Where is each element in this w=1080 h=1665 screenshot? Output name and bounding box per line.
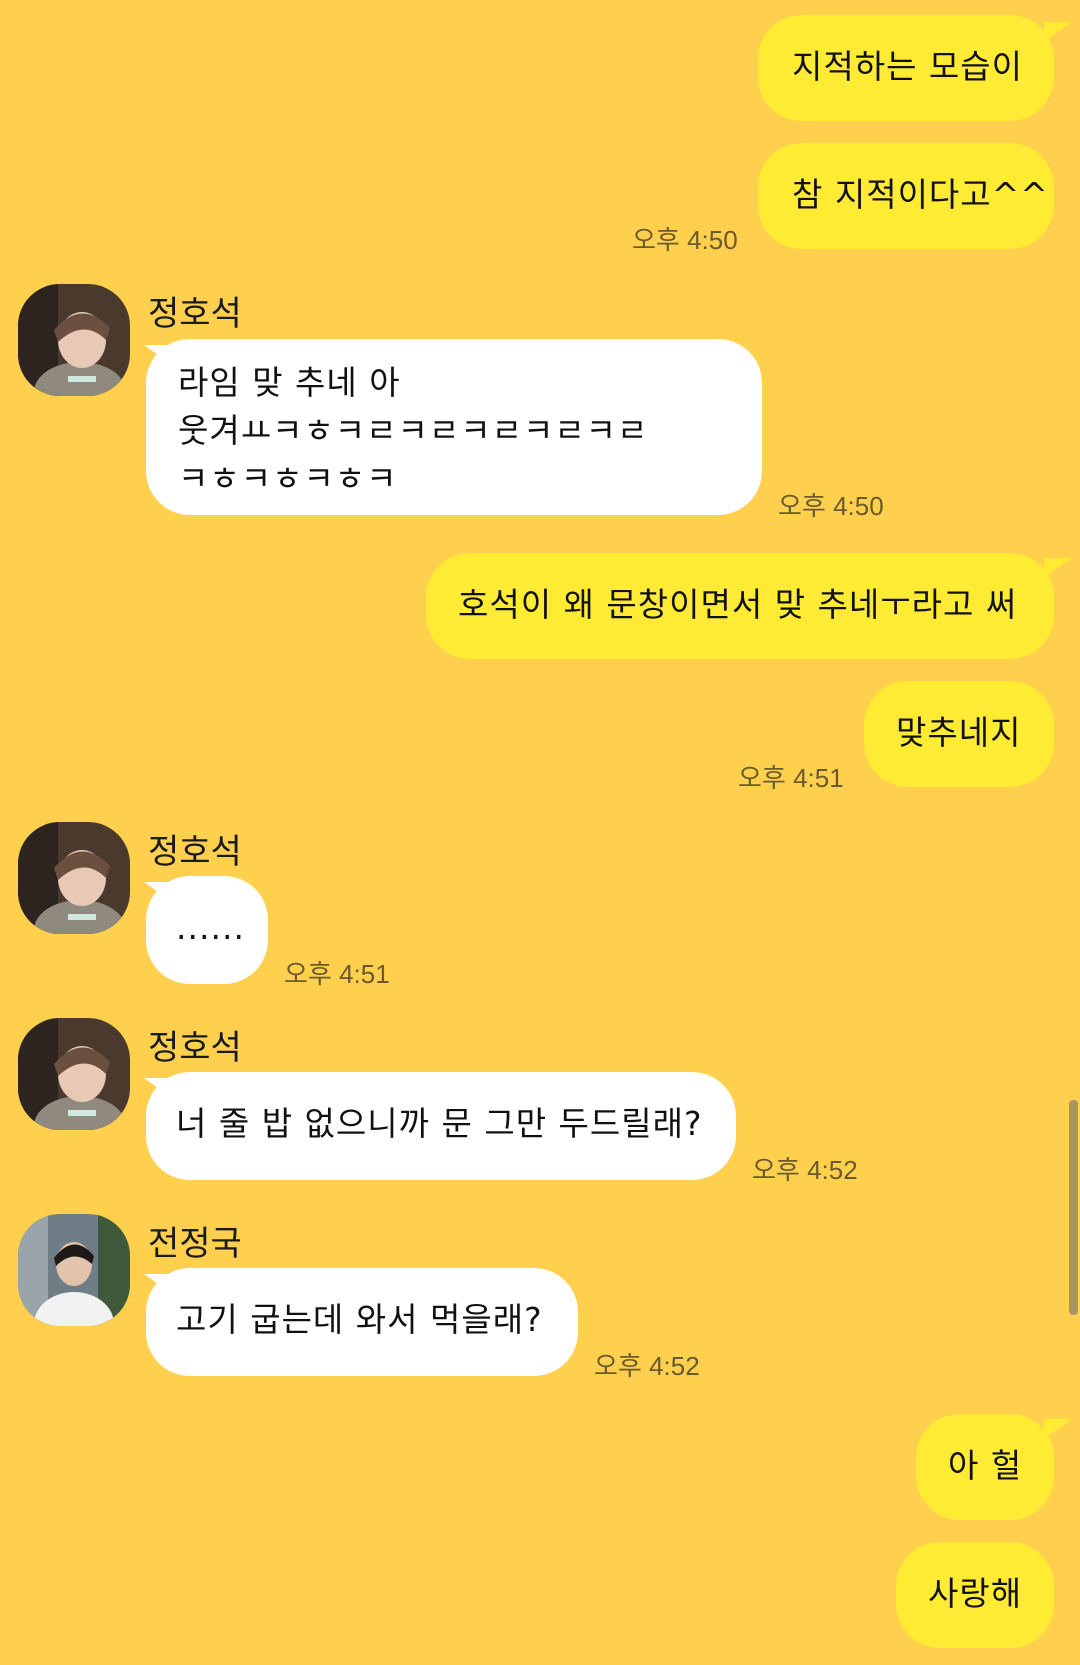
message-text: 아 헐: [948, 1446, 1023, 1485]
outgoing-message-bubble[interactable]: 아 헐: [916, 1414, 1054, 1520]
scrollbar[interactable]: [1069, 1100, 1078, 1315]
message-text: 너 줄 밥 없으니까 문 그만 두드릴래?: [176, 1104, 703, 1143]
outgoing-message-bubble[interactable]: 호석이 왜 문창이면서 맞 추네ㅜ라고 써: [426, 553, 1054, 659]
message-text: 지적하는 모습이: [792, 47, 1024, 86]
message-time: 오후 4:50: [778, 491, 884, 521]
sender-name: 전정국: [148, 1224, 242, 1264]
message-text: 맞추네지: [896, 713, 1022, 752]
outgoing-message-bubble[interactable]: 사랑해: [896, 1542, 1054, 1648]
message-text-line: 라임 맞 추네 아: [178, 363, 401, 402]
message-text: ......: [176, 908, 245, 947]
bubble-tail: [1044, 22, 1072, 42]
bubble-tail: [1044, 558, 1072, 578]
bubble-tail: [1044, 1419, 1072, 1439]
avatar-hoseok-icon[interactable]: [18, 822, 130, 934]
message-text: 고기 굽는데 와서 먹을래?: [176, 1300, 543, 1339]
message-text-line: 웃겨ㅛㅋㅎㅋㄹㅋㄹㅋㄹㅋㄹㅋㄹ: [178, 411, 649, 450]
incoming-message-bubble[interactable]: 라임 맞 추네 아 웃겨ㅛㅋㅎㅋㄹㅋㄹㅋㄹㅋㄹㅋㄹ ㅋㅎㅋㅎㅋㅎㅋ: [146, 339, 762, 515]
message-time: 오후 4:52: [752, 1155, 858, 1185]
outgoing-message-bubble[interactable]: 참 지적이다고^^: [758, 143, 1054, 249]
avatar-jungkook-icon[interactable]: [18, 1214, 130, 1326]
message-text-line: ㅋㅎㅋㅎㅋㅎㅋ: [178, 459, 398, 498]
avatar-hoseok-icon[interactable]: [18, 284, 130, 396]
message-time: 오후 4:50: [632, 225, 738, 255]
avatar-hoseok-icon[interactable]: [18, 1018, 130, 1130]
message-text: 참 지적이다고^^: [792, 175, 1049, 214]
sender-name: 정호석: [148, 1028, 242, 1068]
outgoing-message-bubble[interactable]: 지적하는 모습이: [758, 15, 1054, 121]
outgoing-message-bubble[interactable]: 맞추네지: [864, 681, 1054, 787]
sender-name: 정호석: [148, 832, 242, 872]
incoming-message-bubble[interactable]: 고기 굽는데 와서 먹을래?: [146, 1268, 578, 1376]
sender-name: 정호석: [148, 294, 242, 334]
incoming-message-bubble[interactable]: 너 줄 밥 없으니까 문 그만 두드릴래?: [146, 1072, 736, 1180]
message-text: 호석이 왜 문창이면서 맞 추네ㅜ라고 써: [458, 585, 1018, 624]
message-text: 사랑해: [928, 1574, 1023, 1613]
message-time: 오후 4:52: [594, 1351, 700, 1381]
incoming-message-bubble[interactable]: ......: [146, 876, 268, 984]
message-time: 오후 4:51: [738, 763, 844, 793]
message-time: 오후 4:51: [284, 959, 390, 989]
